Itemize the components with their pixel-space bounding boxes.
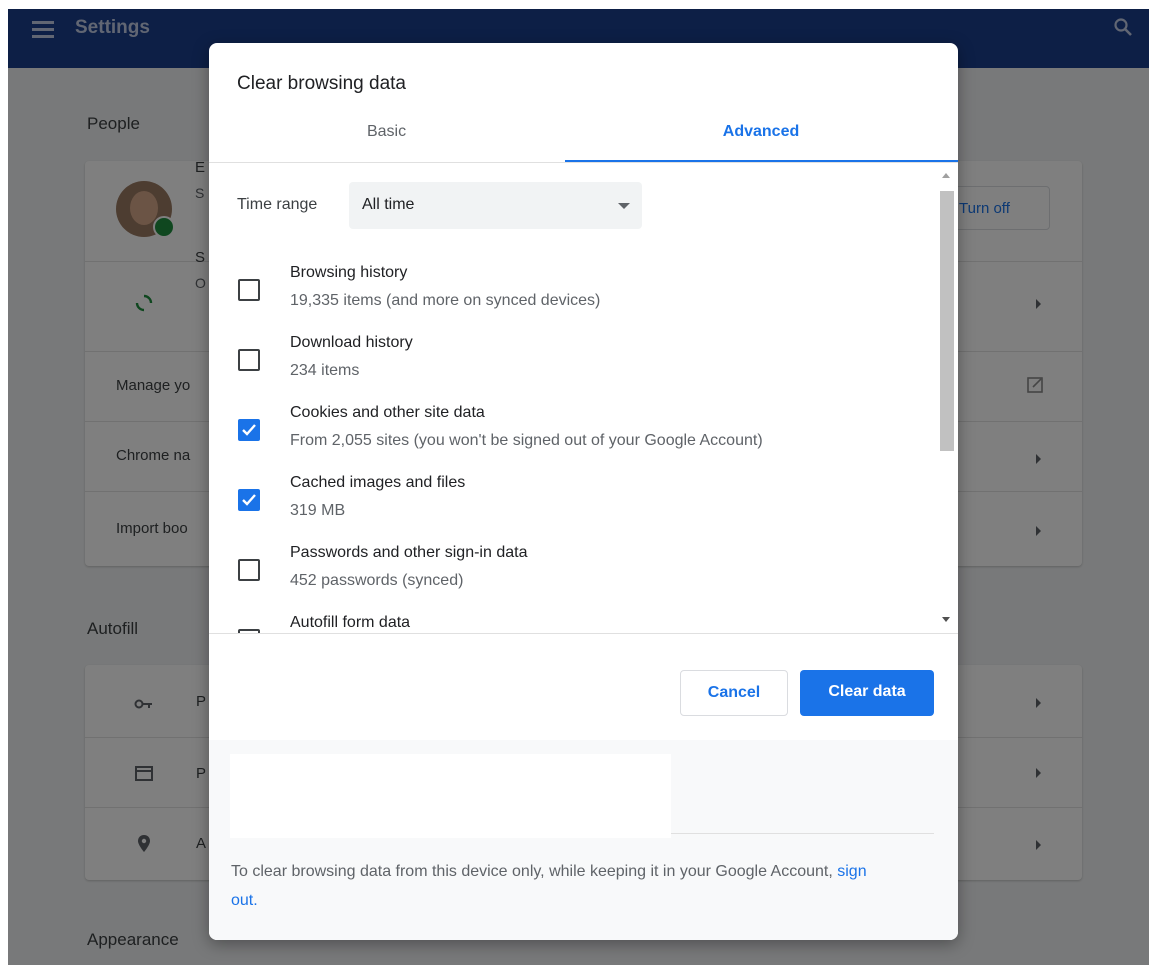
cookies-checkbox[interactable]: [238, 419, 260, 441]
list-item[interactable]: Passwords and other sign-in data 452 pas…: [209, 539, 929, 609]
list-item[interactable]: Download history 234 items: [209, 329, 929, 399]
list-item[interactable]: Browsing history 19,335 items (and more …: [209, 259, 929, 329]
item-sub: 19,335 items (and more on synced devices…: [290, 292, 601, 309]
tab-advanced[interactable]: Advanced: [564, 123, 958, 161]
dialog-title: Clear browsing data: [237, 73, 406, 94]
checkmark-icon: [242, 494, 256, 506]
item-label: Browsing history: [290, 264, 408, 281]
cached-images-checkbox[interactable]: [238, 489, 260, 511]
cancel-button[interactable]: Cancel: [680, 670, 788, 716]
account-info-card: [230, 754, 671, 838]
dropdown-caret-icon: [618, 203, 630, 209]
options-scroll-area[interactable]: Time range All time Browsing history 19,…: [209, 163, 958, 633]
item-sub: From 2,055 sites (you won't be signed ou…: [290, 432, 763, 449]
list-item[interactable]: Cached images and files 319 MB: [209, 469, 929, 539]
list-item[interactable]: Cookies and other site data From 2,055 s…: [209, 399, 929, 469]
footer-note-text: To clear browsing data from this device …: [231, 863, 833, 880]
item-label: Autofill form data: [290, 614, 411, 631]
list-item[interactable]: Autofill form data: [209, 609, 929, 633]
time-range-value: All time: [362, 196, 415, 213]
dialog-footer: To clear browsing data from this device …: [209, 740, 958, 940]
footer-divider: [671, 833, 934, 834]
time-range-label: Time range: [237, 196, 318, 213]
footer-note: To clear browsing data from this device …: [231, 857, 871, 915]
tab-basic-label: Basic: [366, 123, 407, 140]
item-sub: 452 passwords (synced): [290, 572, 464, 589]
clear-browsing-data-dialog: Clear browsing data Basic Advanced Time …: [209, 43, 958, 940]
item-label: Passwords and other sign-in data: [290, 544, 528, 561]
passwords-checkbox[interactable]: [238, 559, 260, 581]
scroll-down-arrow-icon[interactable]: [942, 617, 950, 622]
actions-divider: [209, 633, 958, 634]
clear-data-button[interactable]: Clear data: [800, 670, 934, 716]
page: Settings People E S S O Manage yo Chrome…: [0, 0, 1149, 965]
browsing-history-checkbox[interactable]: [238, 279, 260, 301]
tab-basic[interactable]: Basic: [209, 123, 564, 161]
item-label: Download history: [290, 334, 413, 351]
download-history-checkbox[interactable]: [238, 349, 260, 371]
tab-advanced-label: Advanced: [722, 123, 800, 140]
time-range-select[interactable]: All time: [349, 182, 642, 229]
scrollbar[interactable]: [937, 163, 958, 633]
item-label: Cookies and other site data: [290, 404, 485, 421]
scrollbar-thumb[interactable]: [940, 191, 954, 451]
item-sub: 234 items: [290, 362, 360, 379]
item-sub: 319 MB: [290, 502, 346, 519]
item-label: Cached images and files: [290, 474, 466, 491]
checkmark-icon: [242, 424, 256, 436]
scroll-up-arrow-icon[interactable]: [942, 173, 950, 178]
